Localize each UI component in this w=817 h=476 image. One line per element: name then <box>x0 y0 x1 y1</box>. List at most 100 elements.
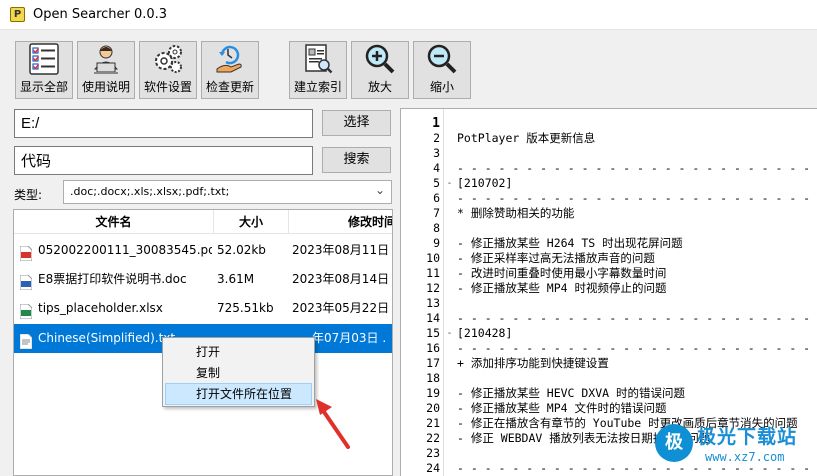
line-number: 19 <box>426 386 440 400</box>
file-modified: 年07月03日 . <box>312 331 387 345</box>
help-label: 使用说明 <box>81 80 130 94</box>
editor-line: 18 <box>401 371 817 386</box>
line-number: 16 <box>426 341 440 355</box>
line-number: 8 <box>433 221 440 235</box>
toolbar: 显示全部 使用说明 软件设置 检查更新 建立索引 放大 缩小 <box>0 31 817 103</box>
fold-marker[interactable]: - <box>445 326 454 341</box>
editor-line: 4 - - - - - - - - - - - - - - - - - - - -… <box>401 161 817 176</box>
line-text: - 修正播放某些 MP4 文件时的错误问题 <box>457 401 667 415</box>
editor-line: 1 <box>401 116 817 131</box>
app-window: P Open Searcher 0.0.3 显示全部 使用说明 软件设置 检查更… <box>0 0 817 476</box>
zoom-out-icon <box>425 42 459 75</box>
line-number: 17 <box>426 356 440 370</box>
file-list-header: 文件名 大小 修改时间 <box>14 210 392 234</box>
line-text: PotPlayer 版本更新信息 <box>457 131 596 145</box>
line-number: 4 <box>433 161 440 175</box>
line-text: - 修正采样率过高无法播放声音的问题 <box>457 251 655 265</box>
user-laptop-icon <box>89 42 123 75</box>
zoom-out-button[interactable]: 缩小 <box>413 41 471 99</box>
editor-line: 9 - 修正播放某些 H264 TS 时出现花屏问题 <box>401 236 817 251</box>
check-update-label: 检查更新 <box>205 80 254 94</box>
editor-line: 5- [210702] <box>401 176 817 191</box>
doc-file-icon <box>19 272 33 291</box>
watermark: 极 极光下载站 www.xz7.com <box>655 420 815 470</box>
file-modified: 2023年08月11日 . <box>292 243 393 257</box>
zoom-in-label: 放大 <box>367 80 392 94</box>
editor-line: 2 PotPlayer 版本更新信息 <box>401 131 817 146</box>
line-number: 9 <box>433 236 440 250</box>
file-type-select[interactable]: .doc;.docx;.xls;.xlsx;.pdf;.txt; ⌄ <box>63 180 392 204</box>
context-menu: 打开 复制 打开文件所在位置 <box>162 337 315 407</box>
line-number: 2 <box>433 131 440 145</box>
editor-line: 16 - - - - - - - - - - - - - - - - - - - … <box>401 341 817 356</box>
fold-marker[interactable]: - <box>445 176 454 191</box>
line-number: 6 <box>433 191 440 205</box>
settings-button[interactable]: 软件设置 <box>139 41 197 99</box>
line-text: - 修正播放某些 MP4 时视频停止的问题 <box>457 281 667 295</box>
column-header-modified[interactable]: 修改时间 <box>289 210 392 234</box>
column-header-size[interactable]: 大小 <box>214 210 289 234</box>
type-label: 类型: <box>14 188 43 202</box>
editor-line: 12 - 修正播放某些 MP4 时视频停止的问题 <box>401 281 817 296</box>
check-update-button[interactable]: 检查更新 <box>201 41 259 99</box>
editor-line: 8 <box>401 221 817 236</box>
help-button[interactable]: 使用说明 <box>77 41 135 99</box>
show-all-button[interactable]: 显示全部 <box>15 41 73 99</box>
line-number: 22 <box>426 431 440 445</box>
checklist-icon <box>27 42 61 75</box>
line-number: 12 <box>426 281 440 295</box>
file-name: E8票据打印软件说明书.doc <box>38 272 187 286</box>
line-number: 21 <box>426 416 440 430</box>
file-row[interactable]: tips_placeholder.xlsx 725.51kb 2023年05月2… <box>14 294 392 323</box>
file-size: 725.51kb <box>217 301 274 315</box>
editor-line: 17 + 添加排序功能到快捷键设置 <box>401 356 817 371</box>
menu-item-open[interactable]: 打开 <box>165 341 312 363</box>
line-text: - - - - - - - - - - - - - - - - - - - - … <box>457 191 811 205</box>
file-row[interactable]: E8票据打印软件说明书.doc 3.61M 2023年08月14日 . <box>14 265 392 294</box>
line-text: - 修正播放某些 H264 TS 时出现花屏问题 <box>457 236 683 250</box>
choose-button[interactable]: 选择 <box>322 110 391 136</box>
editor-line: 7 * 删除赞助相关的功能 <box>401 206 817 221</box>
file-row[interactable]: 052002200111_30083545.pdf 52.02kb 2023年0… <box>14 236 392 265</box>
line-text: - - - - - - - - - - - - - - - - - - - - … <box>457 341 811 355</box>
zoom-in-icon <box>363 42 397 75</box>
line-text: [210428] <box>457 326 513 340</box>
editor-line: 20 - 修正播放某些 MP4 文件时的错误问题 <box>401 401 817 416</box>
editor-line: 15- [210428] <box>401 326 817 341</box>
line-text: - - - - - - - - - - - - - - - - - - - - … <box>457 311 811 325</box>
watermark-name: 极光下载站 <box>697 426 798 448</box>
build-index-label: 建立索引 <box>293 80 342 94</box>
annotation-arrow <box>316 399 350 449</box>
column-header-name[interactable]: 文件名 <box>14 210 214 234</box>
line-number: 10 <box>426 251 440 265</box>
watermark-logo: 极 <box>655 424 693 462</box>
editor-line: 13 <box>401 296 817 311</box>
index-document-icon <box>301 42 335 75</box>
line-number: 5 <box>433 176 440 190</box>
file-name: tips_placeholder.xlsx <box>38 301 163 315</box>
keyword-input[interactable] <box>14 146 313 175</box>
xlsx-file-icon <box>19 301 33 320</box>
line-number: 11 <box>426 266 440 280</box>
editor-line: 19 - 修正播放某些 HEVC DXVA 时的错误问题 <box>401 386 817 401</box>
search-button[interactable]: 搜索 <box>322 147 391 173</box>
editor-line: 3 <box>401 146 817 161</box>
line-number: 7 <box>433 206 440 220</box>
path-input[interactable] <box>14 109 313 138</box>
zoom-in-button[interactable]: 放大 <box>351 41 409 99</box>
build-index-button[interactable]: 建立索引 <box>289 41 347 99</box>
zoom-out-label: 缩小 <box>429 80 454 94</box>
line-number: 18 <box>426 371 440 385</box>
line-text: [210702] <box>457 176 513 190</box>
file-size: 52.02kb <box>217 243 266 257</box>
menu-item-copy[interactable]: 复制 <box>165 362 312 384</box>
line-number: 14 <box>426 311 440 325</box>
line-number: 20 <box>426 401 440 415</box>
file-modified: 2023年05月22日 . <box>292 301 393 315</box>
window-title: Open Searcher 0.0.3 <box>33 7 168 22</box>
line-number: 13 <box>426 296 440 310</box>
menu-item-open-location[interactable]: 打开文件所在位置 <box>165 383 312 405</box>
line-number: 3 <box>433 146 440 160</box>
chevron-down-icon[interactable]: ⌄ <box>375 183 385 197</box>
editor-line: 14 - - - - - - - - - - - - - - - - - - - … <box>401 311 817 326</box>
